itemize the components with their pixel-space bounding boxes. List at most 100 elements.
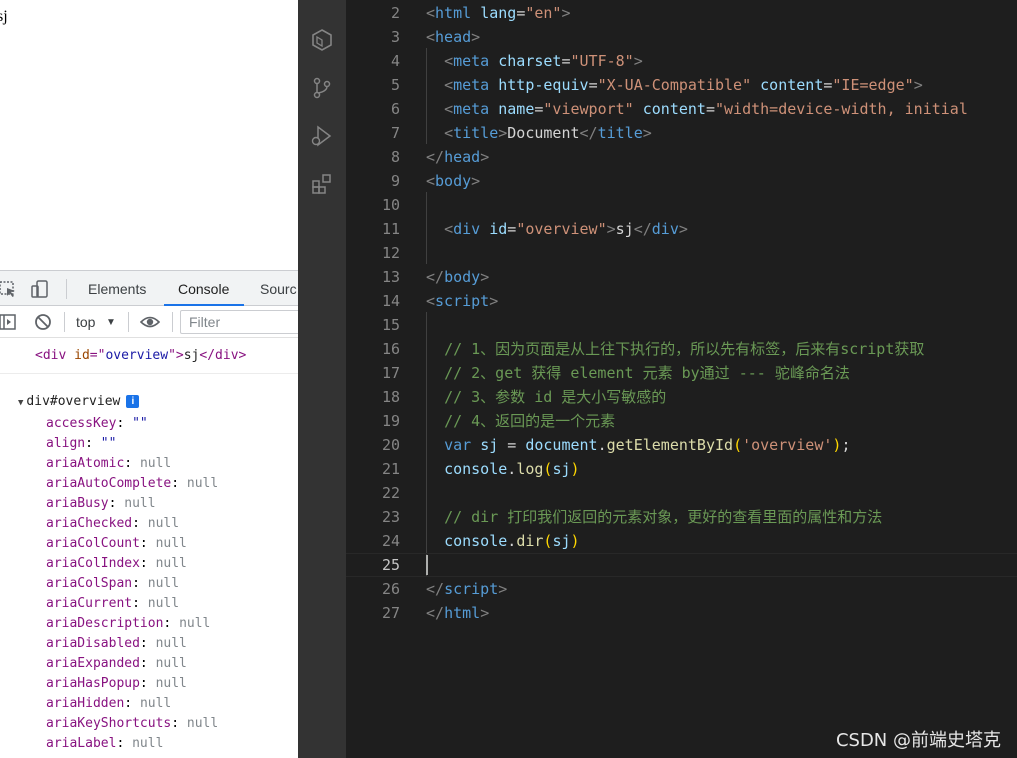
code-line[interactable]: 11 <div id="overview">sj</div> xyxy=(346,217,1017,241)
filter-input[interactable]: Filter xyxy=(180,310,298,334)
line-number: 21 xyxy=(381,460,400,478)
code-token: Document xyxy=(507,124,580,142)
clear-console-icon[interactable] xyxy=(33,312,53,332)
code-token: > xyxy=(606,220,616,238)
code-token: </ xyxy=(426,268,445,286)
dir-property-row[interactable]: ariaKeyShortcuts: null xyxy=(46,714,218,734)
code-line[interactable]: 20 var sj = document.getElementById('ove… xyxy=(346,433,1017,457)
dir-property-row[interactable]: ariaColIndex: null xyxy=(46,554,218,574)
box-icon[interactable] xyxy=(310,28,334,52)
code-editor[interactable]: 2 <html lang="en"> 3 <head> 4 <meta charset=… xyxy=(346,0,1017,758)
files-icon[interactable] xyxy=(310,0,334,14)
code-token: < xyxy=(426,172,436,190)
dir-property-row[interactable]: ariaChecked: null xyxy=(46,514,218,534)
code-token: </ xyxy=(633,220,652,238)
code-line[interactable]: 27 </html> xyxy=(346,601,1017,625)
dir-tree-header[interactable]: ▼ div#overview i xyxy=(18,394,140,409)
dir-property-row[interactable]: ariaAutoComplete: null xyxy=(46,474,218,494)
log-attr-close: "> xyxy=(168,348,184,363)
code-token: </ xyxy=(579,124,598,142)
code-text: </script> xyxy=(426,577,507,601)
code-line[interactable]: 7 <title>Document</title> xyxy=(346,121,1017,145)
dir-property-row[interactable]: ariaColCount: null xyxy=(46,534,218,554)
code-line[interactable]: 4 <meta charset="UTF-8"> xyxy=(346,49,1017,73)
code-text: <head> xyxy=(426,25,480,49)
context-selector[interactable]: top xyxy=(76,314,95,330)
code-token: "overview" xyxy=(516,220,607,238)
code-line[interactable]: 26 </script> xyxy=(346,577,1017,601)
tab-console[interactable]: Console xyxy=(178,281,229,297)
property-key: ariaChecked xyxy=(46,516,133,531)
property-value: null xyxy=(155,636,187,651)
eye-icon[interactable] xyxy=(140,312,160,332)
code-token: = xyxy=(507,220,517,238)
code-text: </head> xyxy=(426,145,489,169)
property-value: null xyxy=(186,716,219,731)
property-key: ariaLabel xyxy=(46,736,117,751)
source-control-icon[interactable] xyxy=(310,76,334,100)
toolbar-divider xyxy=(64,312,65,332)
property-colon: : xyxy=(132,596,148,611)
code-line[interactable]: 25 xyxy=(346,553,1017,577)
console-toolbar: top ▼ Filter xyxy=(0,306,298,338)
dir-property-row[interactable]: ariaLabel: null xyxy=(46,734,218,754)
code-line[interactable]: 9 <body> xyxy=(346,169,1017,193)
logged-element[interactable]: <div id="overview">sj</div> xyxy=(35,348,246,363)
code-line[interactable]: 8 </head> xyxy=(346,145,1017,169)
caret-down-icon[interactable]: ▼ xyxy=(18,398,23,408)
code-line[interactable]: 14 <script> xyxy=(346,289,1017,313)
log-text: sj xyxy=(183,348,200,363)
code-line[interactable]: 16 // 1、因为页面是从上往下执行的，所以先有标签，后来有script获取 xyxy=(346,337,1017,361)
code-text: console.log(sj) xyxy=(426,457,579,481)
dir-property-row[interactable]: ariaHidden: null xyxy=(46,694,218,714)
code-token: < xyxy=(426,28,436,46)
dir-property-row[interactable]: align: "" xyxy=(46,434,218,454)
dir-property-row[interactable]: ariaHasPopup: null xyxy=(46,674,218,694)
code-token: "viewport" xyxy=(543,100,634,118)
chevron-down-icon[interactable]: ▼ xyxy=(106,317,116,328)
property-colon: : xyxy=(139,656,156,671)
code-line[interactable]: 12 xyxy=(346,241,1017,265)
property-value: "" xyxy=(132,416,148,431)
code-text: <html lang="en"> xyxy=(426,1,571,25)
run-debug-icon[interactable] xyxy=(310,124,334,148)
code-line[interactable]: 18 // 3、参数 id 是大小写敏感的 xyxy=(346,385,1017,409)
tab-sources[interactable]: Sourc xyxy=(260,281,297,297)
code-line[interactable]: 13 </body> xyxy=(346,265,1017,289)
code-line[interactable]: 23 // dir 打印我们返回的元素对象，更好的查看里面的属性和方法 xyxy=(346,505,1017,529)
dir-property-row[interactable]: ariaExpanded: null xyxy=(46,654,218,674)
extensions-icon[interactable] xyxy=(310,172,334,196)
dir-property-row[interactable]: ariaColSpan: null xyxy=(46,574,218,594)
dir-property-row[interactable]: accessKey: "" xyxy=(46,414,218,434)
code-line[interactable]: 3 <head> xyxy=(346,25,1017,49)
watermark: CSDN @前端史塔克 xyxy=(835,730,1001,751)
property-key: ariaAtomic xyxy=(46,456,125,471)
dir-property-row[interactable]: ariaDescription: null xyxy=(46,614,218,634)
line-number: 23 xyxy=(381,508,400,526)
code-line[interactable]: 5 <meta http-equiv="X-UA-Compatible" con… xyxy=(346,73,1017,97)
tab-elements[interactable]: Elements xyxy=(88,281,146,297)
inspect-icon[interactable] xyxy=(0,279,18,299)
code-line[interactable]: 22 xyxy=(346,481,1017,505)
info-icon[interactable]: i xyxy=(126,395,140,408)
dir-property-row[interactable]: ariaDisabled: null xyxy=(46,634,218,654)
dir-property-row[interactable]: ariaAtomic: null xyxy=(46,454,218,474)
dir-property-row[interactable]: ariaBusy: null xyxy=(46,494,218,514)
console-log-entry[interactable]: <div id="overview">sj</div> xyxy=(0,338,298,374)
device-toggle-icon[interactable] xyxy=(30,279,50,299)
code-line[interactable]: 10 xyxy=(346,193,1017,217)
code-line[interactable]: 15 xyxy=(346,313,1017,337)
code-line[interactable]: 24 console.dir(sj) xyxy=(346,529,1017,553)
code-line[interactable]: 6 <meta name="viewport" content="width=d… xyxy=(346,97,1017,121)
code-line[interactable]: 17 // 2、get 获得 element 元素 by通过 --- 驼峰命名法 xyxy=(346,361,1017,385)
code-line[interactable]: 2 <html lang="en"> xyxy=(346,1,1017,25)
code-line[interactable]: 19 // 4、返回的是一个元素 xyxy=(346,409,1017,433)
code-token: > xyxy=(471,172,481,190)
dir-property-row[interactable]: ariaCurrent: null xyxy=(46,594,218,614)
code-token: = xyxy=(705,100,715,118)
sidebar-toggle-icon[interactable] xyxy=(0,312,18,332)
code-line[interactable]: 21 console.log(sj) xyxy=(346,457,1017,481)
property-value: "" xyxy=(100,436,117,451)
code-text: <body> xyxy=(426,169,480,193)
